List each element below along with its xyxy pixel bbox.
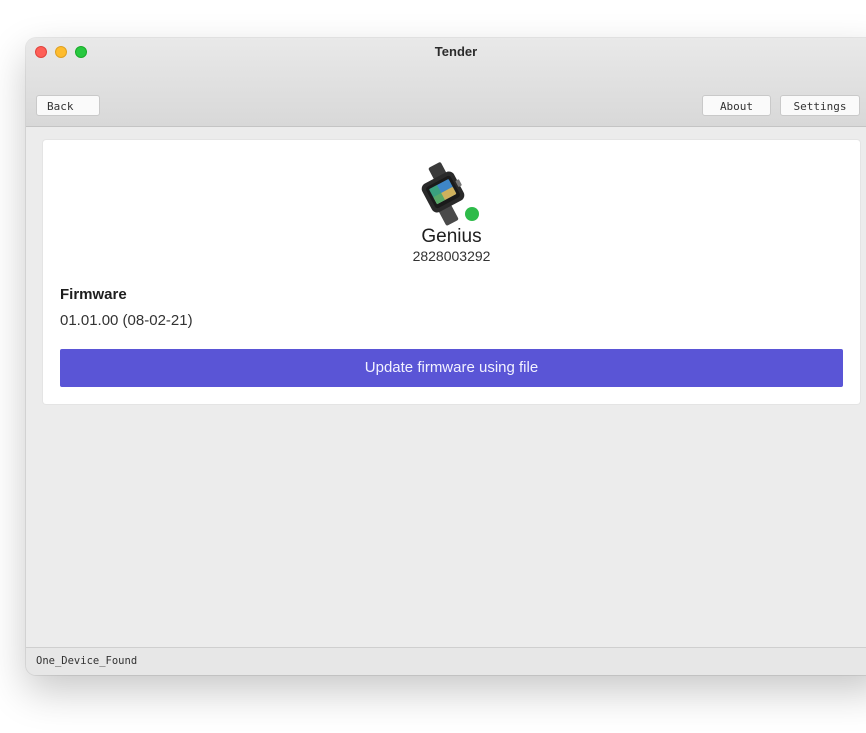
back-button[interactable]: Back <box>36 95 100 116</box>
settings-button[interactable]: Settings <box>780 95 860 116</box>
window-title: Tender <box>434 44 478 59</box>
device-name: Genius <box>421 226 482 247</box>
device-serial: 2828003292 <box>412 248 491 264</box>
about-button[interactable]: About <box>702 95 771 116</box>
firmware-heading: Firmware <box>60 286 127 303</box>
status-text: One_Device_Found <box>36 655 138 667</box>
app-window: Tender Back About Settings Genius 282800… <box>26 38 866 675</box>
firmware-version: 01.01.00 (08-02-21) <box>60 312 193 329</box>
update-firmware-button[interactable]: Update firmware using file <box>60 349 843 387</box>
smartwatch-device-icon <box>421 162 465 226</box>
titlebar: Tender Back About Settings <box>26 38 866 127</box>
connection-status-icon <box>465 207 479 221</box>
device-card: Genius 2828003292 Firmware 01.01.00 (08-… <box>43 140 860 404</box>
status-bar: One_Device_Found <box>26 647 866 675</box>
